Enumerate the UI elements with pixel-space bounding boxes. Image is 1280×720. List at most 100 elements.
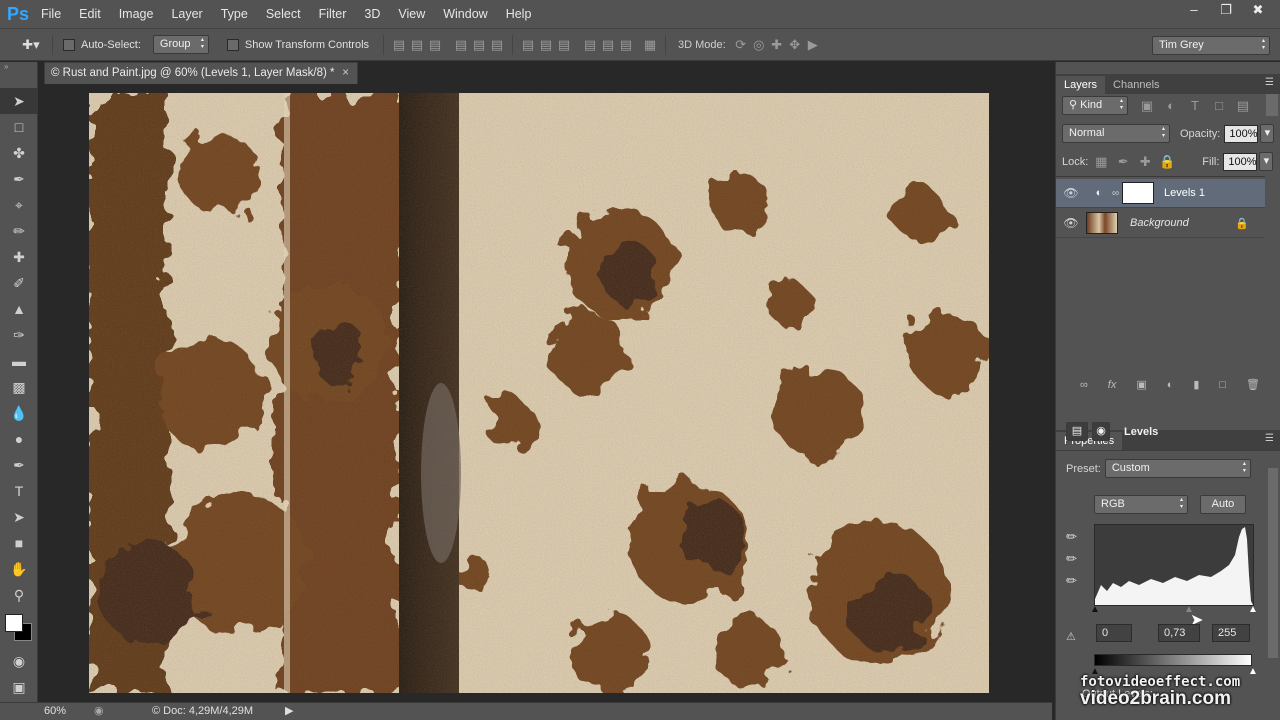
distribute-vcenter-icon[interactable]: ▤ (537, 36, 555, 54)
menu-layer[interactable]: Layer (162, 0, 211, 28)
transform-controls-option[interactable]: Show Transform Controls (226, 38, 369, 51)
distribute-hcenter-icon[interactable]: ▤ (599, 36, 617, 54)
transform-controls-checkbox[interactable] (226, 38, 239, 51)
filter-smart-object-icon[interactable]: ▤ (1234, 97, 1252, 115)
shape-tool-icon[interactable]: ■ (0, 530, 38, 556)
collapse-icon[interactable]: » (0, 62, 37, 76)
fx-icon[interactable]: fx (1108, 379, 1117, 391)
auto-select-dropdown[interactable]: Group (152, 35, 209, 54)
type-tool-icon[interactable]: T (0, 478, 38, 504)
layer-thumbnail[interactable] (1086, 212, 1118, 234)
layers-scrollbar[interactable] (1266, 94, 1278, 116)
clone-stamp-tool-icon[interactable]: ▲ (0, 296, 38, 322)
move-tool-preset-icon[interactable]: ✚▾ (16, 36, 46, 54)
preset-dropdown[interactable]: Custom (1104, 459, 1251, 478)
close-document-icon[interactable]: × (342, 63, 349, 84)
history-brush-tool-icon[interactable]: ✑ (0, 322, 38, 348)
lock-all-icon[interactable]: 🔒 (1158, 153, 1176, 171)
fill-slider-arrow-icon[interactable]: ▾ (1259, 152, 1274, 171)
input-gamma-field[interactable]: 0,73 (1158, 624, 1200, 642)
distribute-left-icon[interactable]: ▤ (581, 36, 599, 54)
restore-button[interactable]: ❐ (1210, 0, 1242, 20)
3d-roll-icon[interactable]: ◎ (750, 36, 768, 54)
align-vcenter-icon[interactable]: ▤ (408, 36, 426, 54)
menu-filter[interactable]: Filter (310, 0, 356, 28)
close-button[interactable]: ✖ (1242, 0, 1274, 20)
distribute-bottom-icon[interactable]: ▤ (555, 36, 573, 54)
mask-icon[interactable]: ◉ (1092, 422, 1110, 441)
gradient-tool-icon[interactable]: ▩ (0, 374, 38, 400)
zoom-level[interactable]: 60% (44, 705, 66, 717)
clip-warning-icon[interactable]: ⚠ (1066, 630, 1076, 643)
new-group-icon[interactable]: ▮ (1193, 378, 1199, 391)
panel-menu-icon[interactable]: ☰ (1265, 77, 1274, 88)
3d-pan-icon[interactable]: ✚ (768, 36, 786, 54)
lock-transparent-icon[interactable]: ▦ (1092, 153, 1110, 171)
3d-scale-icon[interactable]: ▶ (804, 36, 822, 54)
link-layers-icon[interactable]: ∞ (1080, 379, 1088, 391)
layer-name[interactable]: Levels 1 (1164, 187, 1205, 199)
move-tool-icon[interactable]: ➤ (0, 88, 38, 114)
filter-adjustment-icon[interactable]: ◐ (1162, 97, 1180, 115)
input-white-field[interactable]: 255 (1212, 624, 1250, 642)
dodge-tool-icon[interactable]: ● (0, 426, 38, 452)
menu-file[interactable]: File (32, 0, 70, 28)
new-adjustment-icon[interactable]: ◐ (1167, 379, 1174, 391)
blur-tool-icon[interactable]: 💧 (0, 400, 38, 426)
distribute-right-icon[interactable]: ▤ (617, 36, 635, 54)
menu-type[interactable]: Type (212, 0, 257, 28)
new-layer-icon[interactable]: □ (1219, 379, 1226, 391)
path-selection-tool-icon[interactable]: ➤ (0, 504, 38, 530)
levels-icon[interactable]: ▤ (1066, 422, 1088, 441)
layer-name[interactable]: Background (1130, 217, 1189, 229)
filter-type-icon[interactable]: T (1186, 97, 1204, 115)
auto-align-icon[interactable]: ▦ (641, 36, 659, 54)
align-hcenter-icon[interactable]: ▤ (470, 36, 488, 54)
crop-tool-icon[interactable]: ⌖ (0, 192, 38, 218)
lock-pixels-icon[interactable]: ✒ (1114, 153, 1132, 171)
document-image[interactable] (89, 93, 989, 693)
3d-rotate-icon[interactable]: ⟳ (732, 36, 750, 54)
menu-image[interactable]: Image (110, 0, 163, 28)
fill-field[interactable]: 100% (1223, 152, 1258, 171)
auto-select-checkbox[interactable] (63, 38, 75, 51)
status-menu-arrow-icon[interactable]: ▶ (285, 704, 293, 717)
tab-layers[interactable]: Layers (1056, 76, 1106, 94)
properties-scrollbar[interactable] (1268, 468, 1278, 658)
quick-select-tool-icon[interactable]: ✒ (0, 166, 38, 192)
distribute-top-icon[interactable]: ▤ (519, 36, 537, 54)
layer-mask-thumbnail[interactable] (1122, 182, 1154, 204)
channel-dropdown[interactable]: RGB (1094, 495, 1188, 514)
tab-channels[interactable]: Channels (1105, 76, 1167, 94)
document-tab[interactable]: © Rust and Paint.jpg @ 60% (Levels 1, La… (44, 62, 358, 84)
opacity-slider-arrow-icon[interactable]: ▾ (1260, 124, 1275, 143)
white-input-slider-icon[interactable]: ▲ (1248, 604, 1258, 615)
align-left-icon[interactable]: ▤ (452, 36, 470, 54)
screen-mode-icon[interactable]: ▣ (0, 674, 38, 700)
pen-tool-icon[interactable]: ✒ (0, 452, 38, 478)
hand-tool-icon[interactable]: ✋ (0, 556, 38, 582)
brush-tool-icon[interactable]: ✐ (0, 270, 38, 296)
eraser-tool-icon[interactable]: ▬ (0, 348, 38, 374)
marquee-tool-icon[interactable]: □ (0, 114, 38, 140)
minimize-button[interactable]: – (1178, 0, 1210, 20)
input-black-field[interactable]: 0 (1096, 624, 1132, 642)
auto-button[interactable]: Auto (1200, 495, 1246, 514)
opacity-field[interactable]: 100% (1224, 124, 1259, 143)
add-mask-icon[interactable]: ▣ (1136, 378, 1146, 391)
lock-position-icon[interactable]: ✚ (1136, 153, 1154, 171)
align-top-icon[interactable]: ▤ (390, 36, 408, 54)
healing-brush-tool-icon[interactable]: ✚ (0, 244, 38, 270)
layer-background[interactable]: 👁 Background 🔒 (1056, 209, 1265, 238)
eyedropper-tool-icon[interactable]: ✏ (0, 218, 38, 244)
mask-link-icon[interactable]: ∞ (1112, 188, 1122, 199)
status-icon[interactable]: ◉ (94, 704, 104, 717)
lasso-tool-icon[interactable]: ✤ (0, 140, 38, 166)
filter-shape-icon[interactable]: □ (1210, 97, 1228, 115)
properties-menu-icon[interactable]: ☰ (1265, 433, 1274, 444)
menu-3d[interactable]: 3D (355, 0, 389, 28)
delete-layer-icon[interactable]: 🗑 (1246, 378, 1260, 391)
black-point-eyedropper-icon[interactable]: ✏ (1066, 526, 1077, 548)
quick-mask-icon[interactable]: ◉ (0, 648, 38, 674)
visibility-eye-icon[interactable]: 👁 (1056, 216, 1086, 230)
